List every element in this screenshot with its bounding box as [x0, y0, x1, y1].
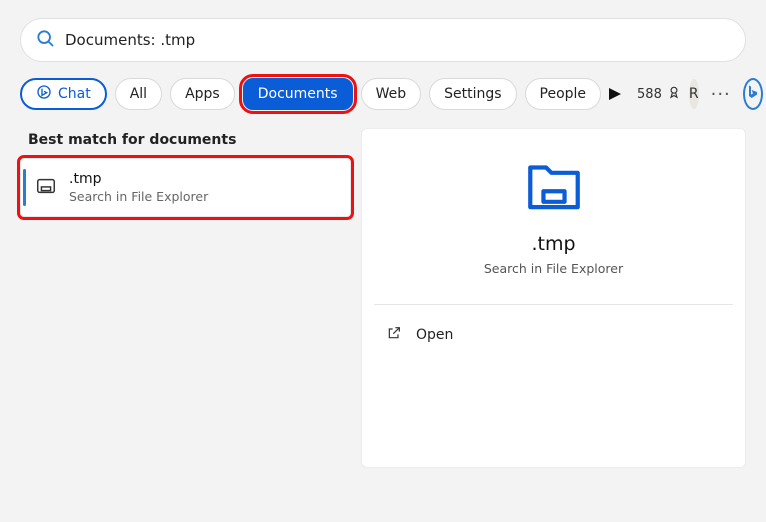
filter-all[interactable]: All: [115, 78, 162, 110]
content-area: Best match for documents .tmp Search in …: [20, 128, 746, 468]
chat-pill[interactable]: Chat: [20, 78, 107, 110]
result-subtitle: Search in File Explorer: [69, 189, 208, 204]
rewards-medal-icon: [667, 85, 681, 103]
filter-web-label: Web: [376, 86, 407, 102]
search-bar[interactable]: [20, 18, 746, 62]
result-texts: .tmp Search in File Explorer: [69, 171, 208, 204]
more-filters-expand-icon[interactable]: [609, 84, 621, 104]
filter-documents[interactable]: Documents: [243, 78, 353, 110]
filter-people-label: People: [540, 86, 587, 102]
preview-big-icon: [380, 157, 727, 215]
points-value: 588: [637, 87, 662, 102]
divider: [374, 304, 733, 305]
more-menu-icon[interactable]: ···: [707, 84, 735, 105]
result-item-tmp[interactable]: .tmp Search in File Explorer: [20, 158, 351, 217]
bing-logo-icon: [745, 84, 761, 104]
action-open-label: Open: [416, 327, 453, 343]
avatar-initial: R: [689, 86, 699, 102]
result-title: .tmp: [69, 171, 208, 187]
filter-apps-label: Apps: [185, 86, 220, 102]
filter-apps[interactable]: Apps: [170, 78, 235, 110]
preview-panel: .tmp Search in File Explorer Open: [361, 128, 746, 468]
search-icon: [35, 28, 55, 52]
bing-button[interactable]: [743, 78, 763, 110]
bing-chat-icon: [36, 84, 52, 104]
filter-documents-label: Documents: [258, 86, 338, 102]
filter-people[interactable]: People: [525, 78, 602, 110]
filter-settings-label: Settings: [444, 86, 501, 102]
action-open[interactable]: Open: [380, 317, 727, 353]
filter-row: Chat All Apps Documents Web Settings Peo…: [20, 76, 746, 112]
preview-subtitle: Search in File Explorer: [380, 261, 727, 276]
search-input[interactable]: [65, 31, 731, 49]
filter-settings[interactable]: Settings: [429, 78, 516, 110]
user-avatar[interactable]: R: [689, 79, 699, 109]
preview-title: .tmp: [380, 233, 727, 255]
file-explorer-icon: [35, 175, 57, 201]
chat-label: Chat: [58, 86, 91, 102]
results-column: Best match for documents .tmp Search in …: [20, 128, 351, 468]
section-title: Best match for documents: [28, 132, 343, 148]
rewards-points[interactable]: 588: [637, 85, 681, 103]
open-external-icon: [386, 325, 402, 345]
filter-web[interactable]: Web: [361, 78, 422, 110]
filter-all-label: All: [130, 86, 147, 102]
